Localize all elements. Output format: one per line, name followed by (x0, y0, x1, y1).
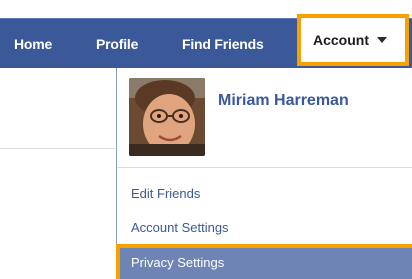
account-menu-button[interactable]: Account (297, 14, 409, 66)
nav-profile-link[interactable]: Profile (96, 19, 138, 69)
avatar[interactable] (129, 78, 205, 156)
menu-item-privacy-settings[interactable]: Privacy Settings (116, 244, 412, 279)
menu-item-edit-friends[interactable]: Edit Friends (131, 186, 200, 201)
profile-summary[interactable]: Miriam Harreman (117, 68, 412, 168)
nav-home-link[interactable]: Home (14, 19, 52, 69)
account-dropdown-menu: Miriam Harreman Edit Friends Account Set… (116, 68, 412, 279)
content-divider (0, 148, 115, 149)
profile-name-link[interactable]: Miriam Harreman (218, 92, 349, 110)
nav-find-friends-link[interactable]: Find Friends (182, 19, 264, 69)
menu-item-account-settings[interactable]: Account Settings (131, 220, 229, 235)
page: Home Profile Find Friends Account Miriam… (0, 0, 412, 279)
caret-down-icon (377, 37, 387, 44)
account-menu-label: Account (313, 32, 369, 48)
